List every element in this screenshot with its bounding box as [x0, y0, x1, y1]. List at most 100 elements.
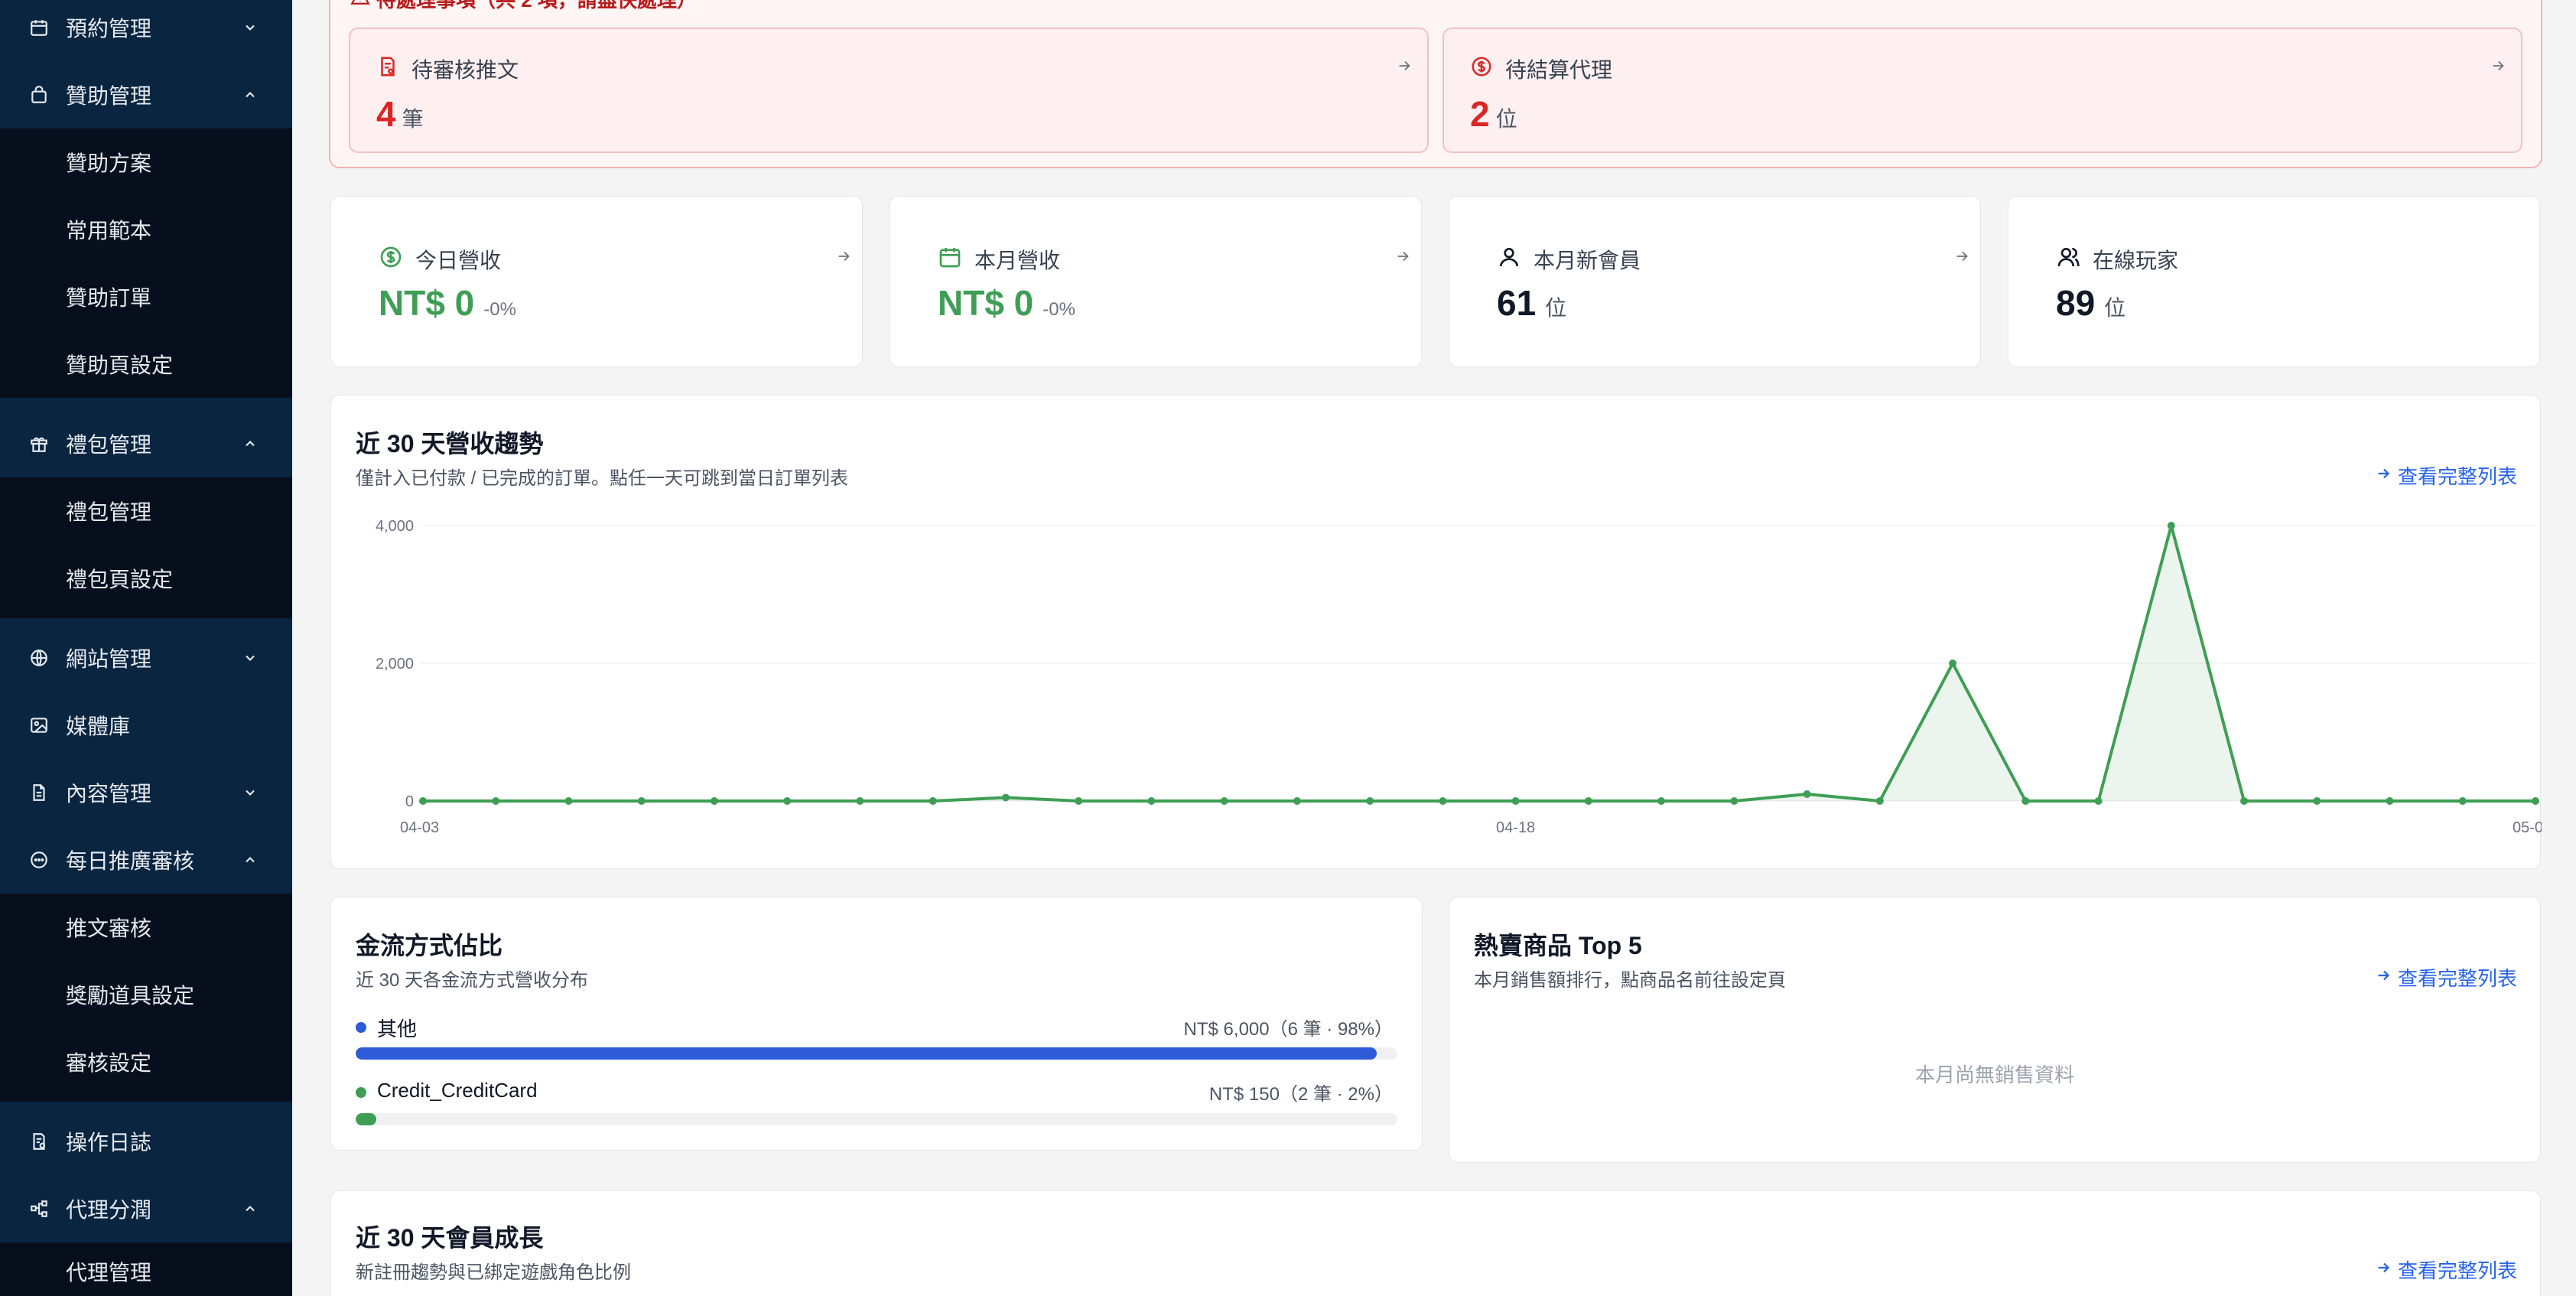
- sidebar: 預約管理 贊助管理 贊助方案 常用範本 贊助訂單 贊助頁設定 禮包管理 禮包管理…: [0, 0, 292, 1296]
- sidebar-item-gift[interactable]: 禮包管理: [0, 410, 292, 477]
- revenue-trend-card: 近 30 天營收趨勢 僅計入已付款 / 已完成的訂單。點任一天可跳到當日訂單列表…: [330, 395, 2542, 869]
- sidebar-item-label: 內容管理: [66, 782, 152, 806]
- y-tick-label: 0: [405, 793, 414, 810]
- data-point: [1657, 797, 1666, 805]
- bag-icon: [28, 83, 50, 106]
- arrow-right-icon[interactable]: [1394, 55, 1415, 77]
- sidebar-item-label: 贊助管理: [66, 84, 152, 108]
- data-point: [2386, 797, 2394, 805]
- sidebar-submenu-gift: 禮包管理 禮包頁設定: [0, 477, 292, 618]
- sidebar-item-daily-promotion[interactable]: 每日推廣審核: [0, 826, 292, 894]
- stat-value: NT$ 0: [379, 283, 475, 323]
- data-point: [564, 797, 573, 805]
- sidebar-subitem-reward-settings[interactable]: 獎勵道具設定: [66, 961, 194, 1028]
- stat-card-new-members[interactable]: 本月新會員 61 位: [1449, 196, 1981, 367]
- sidebar-item-label: 每日推廣審核: [66, 849, 195, 873]
- data-point: [2532, 797, 2539, 805]
- sidebar-subitem-agent-manage[interactable]: 代理管理: [66, 1238, 151, 1296]
- pending-posts-card[interactable]: 待審核推文 4 筆: [349, 28, 1429, 153]
- chevron-up-icon: [240, 434, 260, 454]
- arrow-right-icon[interactable]: [2487, 55, 2509, 77]
- sidebar-submenu-agent: 代理管理: [0, 1242, 292, 1296]
- progress-fill: [356, 1047, 1377, 1060]
- sidebar-submenu-daily-promotion: 推文審核 獎勵道具設定 審核設定: [0, 894, 292, 1102]
- review-document-icon: [376, 55, 399, 83]
- calendar-icon: [28, 16, 50, 39]
- arrow-right-icon[interactable]: [1951, 246, 1973, 267]
- payment-methods-card: 金流方式佔比 近 30 天各金流方式營收分布 其他 NT$ 6,000（6 筆 …: [330, 897, 1423, 1151]
- sidebar-item-website[interactable]: 網站管理: [0, 624, 292, 692]
- sidebar-item-content[interactable]: 內容管理: [0, 759, 292, 826]
- progress-fill: [356, 1113, 377, 1125]
- view-full-list-link[interactable]: 查看完整列表: [2375, 963, 2517, 992]
- payment-name: Credit_CreditCard: [377, 1079, 538, 1102]
- sidebar-subitem-gift-page-settings[interactable]: 禮包頁設定: [66, 545, 173, 612]
- sidebar-subitem-review-settings[interactable]: 審核設定: [66, 1028, 151, 1096]
- sidebar-subitem-post-review[interactable]: 推文審核: [66, 894, 151, 961]
- top-products-card: 熱賣商品 Top 5 本月銷售額排行，點商品名前往設定頁 查看完整列表 本月尚無…: [1449, 897, 2541, 1163]
- chevron-down-icon: [240, 648, 260, 668]
- sidebar-subitem-sponsor-orders[interactable]: 贊助訂單: [66, 263, 151, 331]
- chevron-down-icon: [240, 18, 260, 37]
- stat-value: 61: [1497, 283, 1537, 323]
- arrow-right-icon: [2375, 965, 2392, 989]
- pending-agents-count: 2: [1470, 94, 1490, 134]
- stat-delta: -0%: [1042, 299, 1075, 320]
- user-icon: [1497, 245, 1521, 275]
- y-tick-label: 2,000: [376, 656, 414, 672]
- sidebar-item-agent-share[interactable]: 代理分潤: [0, 1175, 292, 1242]
- stat-card-month-revenue[interactable]: 本月營收 NT$ 0 -0%: [890, 196, 1422, 367]
- stat-card-today-revenue[interactable]: 今日營收 NT$ 0 -0%: [330, 196, 863, 367]
- data-point: [1511, 797, 1520, 805]
- x-tick-label: 04-03: [400, 819, 439, 836]
- data-point: [1730, 797, 1738, 805]
- chevron-up-icon: [240, 85, 260, 105]
- stat-unit: 位: [1545, 296, 1567, 320]
- data-point: [2167, 522, 2175, 529]
- data-point: [929, 797, 937, 805]
- data-point: [1366, 797, 1374, 805]
- data-point: [1001, 793, 1010, 802]
- sidebar-item-label: 代理分潤: [66, 1198, 152, 1222]
- revenue-chart: 0 2,000 4,000 04-03 04-18 05-02: [376, 518, 2542, 836]
- pending-tasks-title: 待處理事項（共 2 項，請盡快處理）: [350, 0, 697, 13]
- legend-dot: [356, 1087, 366, 1098]
- stat-label: 今日營收: [415, 249, 502, 272]
- sidebar-item-label: 操作日誌: [66, 1131, 152, 1154]
- sidebar-subitem-sponsor-plans[interactable]: 贊助方案: [66, 129, 151, 196]
- sidebar-item-reservation[interactable]: 預約管理: [0, 0, 292, 61]
- sidebar-item-media[interactable]: 媒體庫: [0, 692, 292, 759]
- payment-methods-title: 金流方式佔比: [356, 932, 503, 959]
- sidebar-item-operation-log[interactable]: 操作日誌: [0, 1108, 292, 1175]
- payment-amount: NT$ 6,000（6 筆 · 98%）: [1183, 1019, 1393, 1040]
- data-point: [1439, 797, 1447, 805]
- data-point: [2313, 797, 2321, 805]
- data-point: [1584, 797, 1592, 805]
- data-point: [2021, 797, 2030, 805]
- sidebar-item-label: 媒體庫: [66, 715, 131, 738]
- pending-tasks-panel: 待處理事項（共 2 項，請盡快處理） 待審核推文 4 筆 待結算代理 2 位: [329, 0, 2542, 168]
- document-icon: [28, 781, 50, 804]
- share-icon: [28, 1197, 50, 1220]
- chevron-down-icon: [240, 783, 260, 803]
- data-point: [1949, 659, 1957, 667]
- warning-icon: [350, 0, 370, 11]
- main-content: 待處理事項（共 2 項，請盡快處理） 待審核推文 4 筆 待結算代理 2 位 今…: [292, 0, 2576, 1296]
- dollar-icon: [379, 245, 403, 275]
- x-tick-label: 04-18: [1496, 819, 1535, 836]
- data-point: [419, 797, 427, 805]
- sidebar-item-sponsor[interactable]: 贊助管理: [0, 61, 292, 129]
- pending-agents-card[interactable]: 待結算代理 2 位: [1442, 28, 2522, 153]
- sidebar-subitem-gift-manage[interactable]: 禮包管理: [66, 477, 151, 545]
- dollar-icon: [1470, 55, 1493, 83]
- payment-name: 其他: [377, 1018, 418, 1040]
- data-point: [1875, 797, 1884, 805]
- sidebar-subitem-sponsor-page-settings[interactable]: 贊助頁設定: [66, 331, 173, 398]
- view-full-list-link[interactable]: 查看完整列表: [2375, 1255, 2517, 1284]
- arrow-right-icon[interactable]: [1392, 246, 1413, 267]
- calendar-icon: [938, 245, 962, 275]
- arrow-right-icon[interactable]: [833, 246, 854, 267]
- stat-value: 89: [2056, 283, 2096, 323]
- chevron-up-icon: [240, 1199, 260, 1219]
- sidebar-subitem-templates[interactable]: 常用範本: [66, 196, 151, 263]
